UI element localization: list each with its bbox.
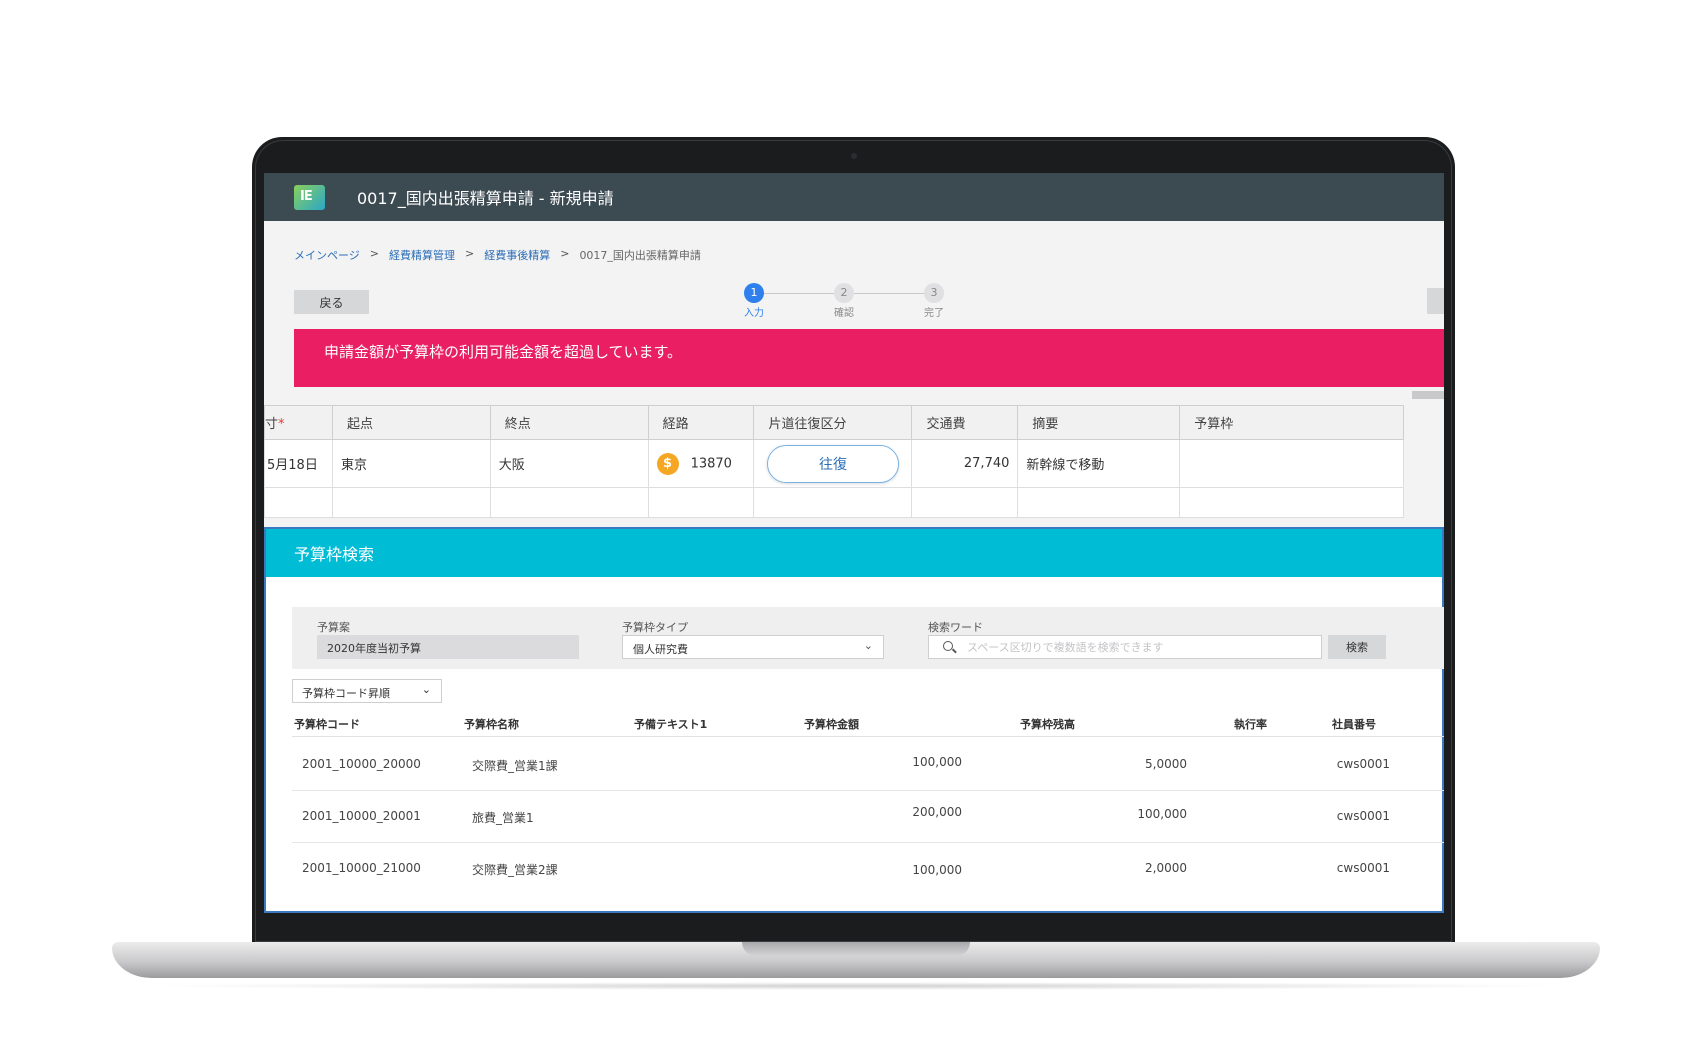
step-label: 入力 [744,308,764,319]
breadcrumb: メインページ > 経費精算管理 > 経費事後精算 > 0017_国内出張精算申請 [294,247,701,263]
transport-table: 寸* 起点 終点 経路 片道往復区分 交通費 摘要 予算枠 5月18日 東京 大… [264,405,1404,518]
budget-code: 2001_10000_20000 [302,757,421,771]
fare-cell[interactable]: 27,740 [911,439,1019,488]
column-header-rate[interactable]: 執行率 [1234,716,1267,732]
step-label: 確認 [834,308,854,319]
app-header: 0017_国内出張精算申請 - 新規申請 [264,173,1444,221]
route-value: 13870 [690,456,732,471]
column-header-name[interactable]: 予算枠名称 [464,716,519,732]
budget-search-modal: 予算枠検索 予算案 2020年度当初予算 予算枠タイプ 個人研究費 ⌄ 検索ワー… [264,527,1444,913]
column-header-amount[interactable]: 予算枠金額 [804,716,859,732]
chevron-down-icon: ⌄ [863,639,873,652]
search-word-label: 検索ワード [928,621,983,634]
step-number: 3 [924,283,944,303]
column-header-to: 終点 [489,405,649,440]
breadcrumb-main[interactable]: メインページ [294,247,360,263]
search-field[interactable] [928,635,1322,659]
filter-area: 予算案 2020年度当初予算 予算枠タイプ 個人研究費 ⌄ 検索ワード 検索 [292,607,1444,669]
table-row[interactable]: 2001_10000_20001 旅費_営業1 200,000 100,000 … [292,791,1444,843]
budget-code: 2001_10000_20001 [302,809,421,823]
from-cell[interactable]: 東京 [331,439,491,488]
date-cell[interactable]: 5月18日 [264,439,333,488]
search-icon [943,641,953,651]
search-input[interactable] [967,638,1317,656]
camera-icon [851,153,857,159]
chevron-down-icon: ⌄ [421,683,431,696]
sort-value: 予算枠コード昇順 [302,687,390,700]
budget-amount: 100,000 [912,755,962,769]
stepper: 1 入力 2 確認 3 完了 [264,283,1444,323]
step-number: 1 [744,283,764,303]
side-panel-toggle[interactable] [1427,288,1444,314]
budget-balance: 2,0000 [1145,861,1187,875]
step-number: 2 [834,283,854,303]
budget-plan-label: 予算案 [317,621,350,634]
column-header-from: 起点 [331,405,491,440]
column-header-employee[interactable]: 社員番号 [1332,716,1376,732]
table-row: 5月18日 東京 大阪 $13870 往復 27,740 新幹線で移動 [264,439,1404,488]
employee-number: cws0001 [1336,757,1390,771]
budget-name: 交際費_営業1課 [472,759,558,773]
breadcrumb-current: 0017_国内出張精算申請 [579,249,701,262]
budget-cell[interactable] [1179,439,1404,488]
laptop-notch [742,942,970,956]
laptop-shadow [140,982,1570,990]
step-confirm: 2 確認 [824,283,864,319]
breadcrumb-separator: > [369,247,379,260]
sort-select[interactable]: 予算枠コード昇順 ⌄ [292,679,442,703]
roundtrip-button[interactable]: 往復 [766,444,899,483]
result-header-row: 予算枠コード 予算枠名称 予備テキスト1 予算枠金額 予算枠残高 執行率 社員番… [292,709,1444,737]
budget-amount: 100,000 [912,863,962,877]
alert-banner: 申請金額が予算枠の利用可能金額を超過しています。 [294,329,1444,387]
column-header-memo: 摘要 [1017,405,1181,440]
budget-type-label: 予算枠タイプ [622,621,688,634]
budget-name: 交際費_営業2課 [472,863,558,877]
budget-balance: 5,0000 [1145,757,1187,771]
table-row [264,487,1404,518]
budget-amount: 200,000 [912,805,962,819]
coin-icon: $ [656,452,679,475]
search-button[interactable]: 検索 [1328,635,1386,659]
column-header-code[interactable]: 予算枠コード [294,716,360,732]
column-header-date: 寸* [264,405,333,440]
step-label: 完了 [924,308,944,319]
budget-type-select[interactable]: 個人研究費 ⌄ [622,635,884,659]
budget-code: 2001_10000_21000 [302,861,421,875]
step-input: 1 入力 [734,283,774,319]
column-header-route: 経路 [647,405,755,440]
breadcrumb-post-settlement[interactable]: 経費事後精算 [484,247,550,263]
budget-type-value: 個人研究費 [633,643,688,656]
laptop-base [112,942,1600,978]
breadcrumb-separator: > [465,247,475,260]
employee-number: cws0001 [1336,809,1390,823]
budget-name: 旅費_営業1 [472,811,534,825]
column-header-trip-type: 片道往復区分 [753,405,913,440]
table-row[interactable]: 2001_10000_20000 交際費_営業1課 100,000 5,0000… [292,739,1444,791]
breadcrumb-separator: > [560,247,570,260]
table-header-row: 寸* 起点 終点 経路 片道往復区分 交通費 摘要 予算枠 [264,405,1404,440]
page-title: 0017_国内出張精算申請 - 新規申請 [357,189,614,208]
breadcrumb-expense-management[interactable]: 経費精算管理 [389,247,455,263]
step-complete: 3 完了 [914,283,954,319]
column-header-balance[interactable]: 予算枠残高 [1020,716,1075,732]
app-logo-icon [294,184,325,210]
scrollbar[interactable] [1412,391,1444,399]
column-header-fare: 交通費 [911,405,1019,440]
trip-type-cell: 往復 [753,439,913,488]
to-cell[interactable]: 大阪 [489,439,649,488]
budget-plan-field: 2020年度当初予算 [317,635,579,659]
modal-title: 予算枠検索 [266,529,1442,577]
budget-balance: 100,000 [1137,807,1187,821]
column-header-text1[interactable]: 予備テキスト1 [634,716,707,732]
column-header-budget: 予算枠 [1179,405,1404,440]
employee-number: cws0001 [1336,861,1390,875]
route-cell[interactable]: $13870 [647,439,755,488]
screen: 0017_国内出張精算申請 - 新規申請 メインページ > 経費精算管理 > 経… [264,173,1444,913]
memo-cell[interactable]: 新幹線で移動 [1017,439,1181,488]
table-row[interactable]: 2001_10000_21000 交際費_営業2課 100,000 2,0000… [292,843,1444,895]
